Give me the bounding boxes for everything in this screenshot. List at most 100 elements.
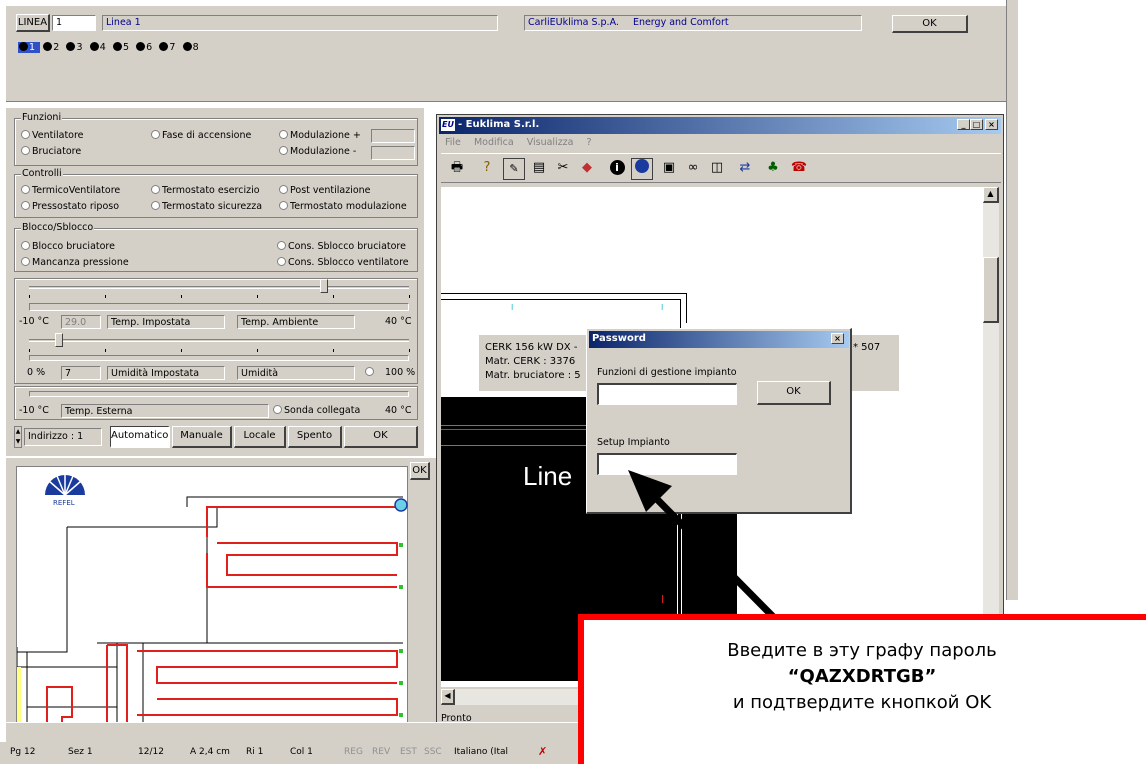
plan-canvas[interactable]: REFEL <box>16 466 408 739</box>
address-spinner[interactable]: ▲ ▼ <box>14 426 22 448</box>
modulazione-plus-radio[interactable]: Modulazione + <box>279 130 361 142</box>
window-icon[interactable]: ◫ <box>707 158 727 178</box>
print-icon[interactable]: 🖶 <box>447 158 467 178</box>
document-icon[interactable]: ▤ <box>529 158 549 178</box>
funzioni-group: Funzioni Ventilatore Bruciatore Fase di … <box>14 112 418 166</box>
camera-icon[interactable]: ▣ <box>659 158 679 178</box>
top-ok-button[interactable]: OK <box>892 15 968 33</box>
edit-icon[interactable]: ✎ <box>503 158 525 180</box>
spento-button[interactable]: Spento <box>288 426 342 448</box>
line-dot-4[interactable]: 4 <box>89 42 110 53</box>
ext-max-label: 40 °C <box>385 405 412 416</box>
ext-temp-field: Temp. Esterna <box>61 404 269 418</box>
bruciatore-radio[interactable]: Bruciatore <box>21 146 81 158</box>
temp-slider-thumb[interactable] <box>320 279 328 293</box>
menu-modifica[interactable]: Modifica <box>474 137 514 148</box>
palette-icon[interactable]: ◆ <box>577 158 597 178</box>
callout-line-1: Введите в эту графу пароль <box>727 640 997 661</box>
funzioni-gestione-input[interactable] <box>597 383 737 405</box>
modulazione-minus-radio[interactable]: Modulazione - <box>279 146 356 158</box>
modulazione-minus-field <box>371 146 415 160</box>
top-bar: LINEA 1 Linea 1 CarliEUklima S.p.A. Energ… <box>6 6 1006 102</box>
line-number-field[interactable]: 1 <box>52 15 96 31</box>
key-icon[interactable]: ? <box>477 158 497 178</box>
humid-value-field: 7 <box>61 366 101 380</box>
scroll-up-button[interactable]: ▲ <box>983 187 999 203</box>
manuale-button[interactable]: Manuale <box>172 426 232 448</box>
scroll-left-button[interactable]: ◀ <box>441 689 455 705</box>
linea-label: LINEA <box>16 14 50 32</box>
plan-ok-button[interactable]: OK <box>410 462 430 480</box>
background-window-edge <box>1006 0 1018 600</box>
status-ssc: SSC <box>424 747 442 757</box>
post-ventilazione-radio[interactable]: Post ventilazione <box>279 185 371 197</box>
line-selector: 1 2 3 4 5 6 7 8 <box>18 42 203 53</box>
temp-min-label: -10 °C <box>19 316 49 327</box>
line-canvas-text: Line <box>523 461 573 491</box>
vertical-scrollbar[interactable]: ▲ <box>983 187 999 687</box>
refresh-icon[interactable]: ⇄ <box>735 158 755 178</box>
cons-sblocco-bruciatore-radio[interactable]: Cons. Sblocco bruciatore <box>277 241 406 253</box>
dialog-close-icon[interactable]: × <box>831 333 844 344</box>
termostato-sicurezza-radio[interactable]: Termostato sicurezza <box>151 201 262 213</box>
indirizzo-field: Indirizzo : 1 <box>24 428 102 446</box>
company-slogan: Energy and Comfort <box>632 17 729 28</box>
phone-icon[interactable]: ☎ <box>789 158 809 178</box>
temp-max-label: 40 °C <box>385 316 412 327</box>
ext-min-label: -10 °C <box>19 405 49 416</box>
mancanza-pressione-radio[interactable]: Mancanza pressione <box>21 257 129 269</box>
close-icon[interactable]: × <box>985 119 998 130</box>
panel-ok-button[interactable]: OK <box>344 426 418 448</box>
line-dot-7[interactable]: 7 <box>159 42 179 53</box>
globe-icon[interactable] <box>631 158 653 180</box>
blocco-bruciatore-radio[interactable]: Blocco bruciatore <box>21 241 115 253</box>
refel-logo-icon <box>45 475 85 496</box>
tools-icon[interactable]: ✂ <box>553 158 573 178</box>
password-titlebar: Password × <box>589 331 849 348</box>
automatico-button[interactable]: Automatico <box>110 426 170 448</box>
dialog-ok-button[interactable]: OK <box>757 381 831 405</box>
humid-slider-track[interactable] <box>29 339 409 342</box>
status-reg: REG <box>344 747 363 757</box>
info-right: * 507 <box>853 342 881 353</box>
menu-visualizza[interactable]: Visualizza <box>527 137 574 148</box>
menu-help[interactable]: ? <box>587 137 592 148</box>
line-dot-2[interactable]: 2 <box>43 42 63 53</box>
termostato-esercizio-radio[interactable]: Termostato esercizio <box>151 185 260 197</box>
binoculars-icon[interactable]: ∞ <box>683 158 703 178</box>
menu-file[interactable]: File <box>445 137 461 148</box>
target-icon <box>394 498 408 512</box>
minimize-icon[interactable]: _ <box>957 119 970 130</box>
network-icon[interactable]: ♣ <box>763 158 783 178</box>
fase-accensione-radio[interactable]: Fase di accensione <box>151 130 251 142</box>
spellcheck-icon[interactable]: ✗ <box>538 745 547 758</box>
line-dot-6[interactable]: 6 <box>136 42 156 53</box>
sonda-collegata-radio[interactable]: Sonda collegata <box>273 405 360 417</box>
maximize-icon[interactable]: □ <box>970 119 983 130</box>
locale-button[interactable]: Locale <box>234 426 286 448</box>
scroll-thumb[interactable] <box>983 257 999 323</box>
cons-sblocco-ventilatore-radio[interactable]: Cons. Sblocco ventilatore <box>277 257 409 269</box>
pressostato-riposo-radio[interactable]: Pressostato riposo <box>21 201 119 213</box>
temp-slider-track[interactable] <box>29 286 409 289</box>
termostato-modulazione-radio[interactable]: Termostato modulazione <box>279 201 407 213</box>
controlli-group: Controlli TermicoVentilatore Termostato … <box>14 168 418 218</box>
blocco-group: Blocco/Sblocco Blocco bruciatore Cons. S… <box>14 222 418 272</box>
line-dot-8[interactable]: 8 <box>182 42 203 53</box>
instruction-callout: Введите в эту графу пароль “QAZXDRTGB” и… <box>578 614 1146 764</box>
company-field: CarliEUklima S.p.A. Energy and Comfort <box>524 15 862 31</box>
info-icon[interactable]: i <box>607 158 627 178</box>
line-dot-5[interactable]: 5 <box>112 42 133 53</box>
termico-ventilatore-radio[interactable]: TermicoVentilatore <box>21 185 120 197</box>
line-dot-3[interactable]: 3 <box>66 42 86 53</box>
humid-radio[interactable] <box>365 367 376 379</box>
modulazione-plus-field <box>371 129 415 143</box>
callout-password: “QAZXDRTGB” <box>787 666 937 687</box>
humid-set-field: Umidità Impostata <box>107 366 225 380</box>
floor-plan-drawing: REFEL <box>16 475 408 739</box>
setup-impianto-label: Setup Impianto <box>597 437 670 448</box>
temp-value-field: 29.0 <box>61 315 101 329</box>
line-dot-1[interactable]: 1 <box>18 42 41 53</box>
humid-slider-thumb[interactable] <box>55 333 63 347</box>
ventilatore-radio[interactable]: Ventilatore <box>21 130 84 142</box>
